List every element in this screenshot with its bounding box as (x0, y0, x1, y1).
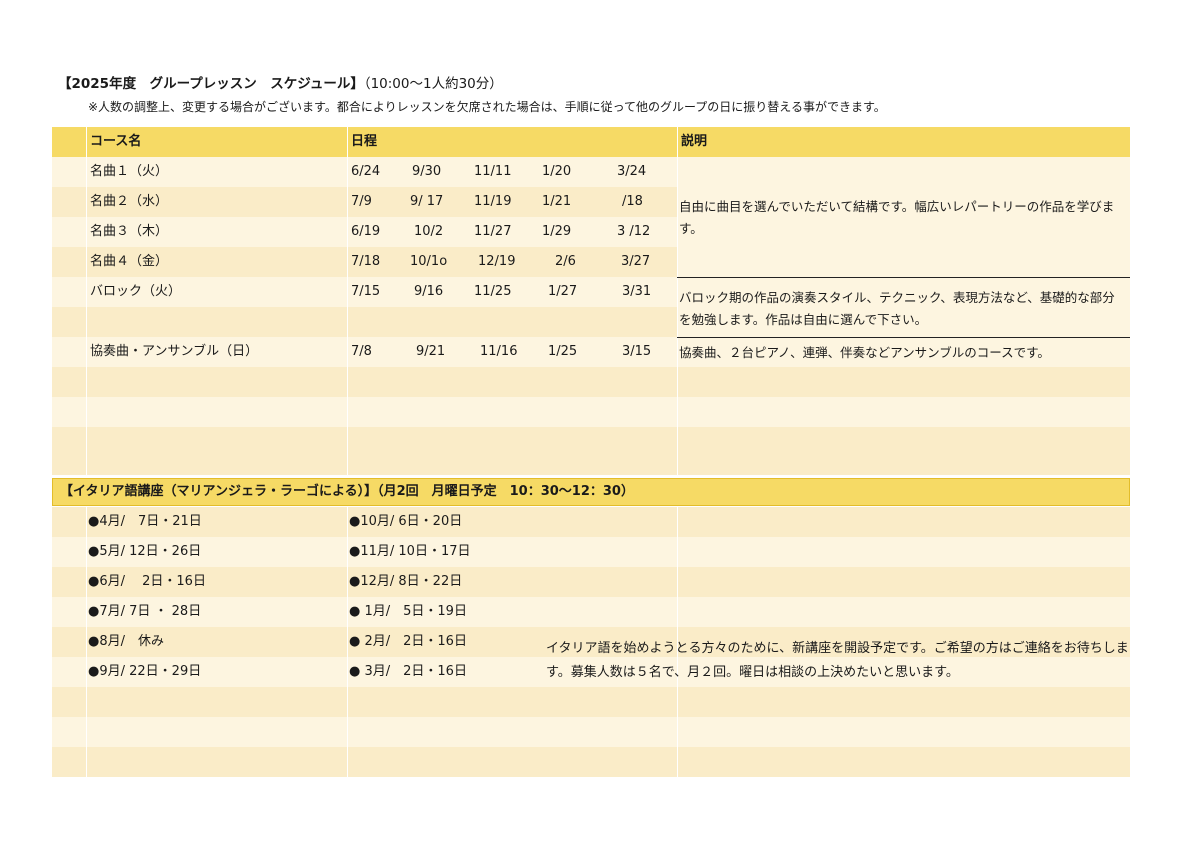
schedule-date: 10/1o (410, 254, 448, 269)
column-divider (677, 127, 678, 478)
schedule-date: 7/9 (351, 194, 372, 209)
schedule-date: 1/25 (548, 344, 578, 359)
italian-month: ●8月/ 休み (88, 634, 164, 649)
table-row (52, 537, 1130, 567)
table-row (52, 597, 1130, 627)
schedule-date: 9/16 (414, 284, 444, 299)
schedule-date: 3/27 (621, 254, 651, 269)
column-divider (347, 507, 348, 777)
course-name: 名曲３（木） (90, 224, 169, 239)
schedule-date: 1/21 (542, 194, 572, 209)
schedule-date: 9/ 17 (410, 194, 444, 209)
schedule-date: 3/15 (622, 344, 652, 359)
header-description: 説明 (681, 134, 708, 149)
schedule-date: 3 /12 (617, 224, 651, 239)
column-divider (86, 127, 87, 478)
course-name: 協奏曲・アンサンブル（日） (90, 344, 259, 359)
table-row (52, 567, 1130, 597)
schedule-date: 11/11 (474, 164, 512, 179)
table-row (52, 507, 1130, 537)
page-title: 【2025年度 グループレッスン スケジュール】（10:00〜1人約30分） (58, 76, 503, 92)
schedule-date: 11/25 (474, 284, 512, 299)
description-baroque: バロック期の作品の演奏スタイル、テクニック、表現方法など、基礎的な部分を勉強しま… (679, 290, 1115, 327)
course-name: バロック（火） (90, 284, 182, 299)
italian-month: ●7月/ 7日 ・ 28日 (88, 604, 202, 619)
italian-month: ●10月/ 6日・20日 (349, 514, 463, 529)
schedule-note: ※人数の調整上、変更する場合がございます。都合によりレッスンを欠席された場合は、… (88, 100, 886, 114)
description-meikyoku: 自由に曲目を選んでいただいて結構です。幅広いレパートリーの作品を学びます。 (679, 199, 1115, 236)
italian-month: ●5月/ 12日・26日 (88, 544, 202, 559)
schedule-date: /18 (622, 194, 643, 209)
italian-month: ● 3月/ 2日・16日 (349, 664, 467, 679)
column-divider (86, 507, 87, 777)
table-row (52, 367, 1130, 397)
schedule-date: 12/19 (478, 254, 516, 269)
schedule-date: 9/21 (416, 344, 446, 359)
header-course: コース名 (90, 134, 142, 149)
table-row (52, 427, 1130, 475)
column-divider (347, 127, 348, 478)
table-row (52, 747, 1130, 777)
schedule-date: 1/29 (542, 224, 572, 239)
divider-line (677, 337, 1130, 338)
course-name: 名曲１（火） (90, 164, 169, 179)
schedule-date: 7/15 (351, 284, 381, 299)
schedule-date: 7/18 (351, 254, 381, 269)
italian-month: ●12月/ 8日・22日 (349, 574, 463, 589)
italian-title: 【イタリア語講座（マリアンジェラ・ラーゴによる）】（月2回 月曜日予定 10：3… (60, 484, 634, 499)
schedule-date: 3/24 (617, 164, 647, 179)
table-row (52, 717, 1130, 747)
italian-month: ●9月/ 22日・29日 (88, 664, 202, 679)
course-name: 名曲４（金） (90, 254, 169, 269)
italian-month: ●11月/ 10日・17日 (349, 544, 471, 559)
description-cell (677, 157, 1130, 367)
schedule-date: 9/30 (412, 164, 442, 179)
schedule-date: 3/31 (622, 284, 652, 299)
schedule-date: 11/16 (480, 344, 518, 359)
schedule-date: 11/27 (474, 224, 512, 239)
schedule-date: 1/27 (548, 284, 578, 299)
schedule-date: 6/24 (351, 164, 381, 179)
italian-month: ● 1月/ 5日・19日 (349, 604, 467, 619)
table-row (52, 397, 1130, 427)
schedule-date: 11/19 (474, 194, 512, 209)
schedule-date: 2/6 (555, 254, 576, 269)
italian-month: ● 2月/ 2日・16日 (349, 634, 467, 649)
course-name: 名曲２（水） (90, 194, 169, 209)
italian-month: ●4月/ 7日・21日 (88, 514, 202, 529)
italian-description: イタリア語を始めようとる方々のために、新講座を開設予定です。ご希望の方はご連絡を… (546, 641, 1129, 680)
italian-month: ●6月/ 2日・16日 (88, 574, 206, 589)
header-schedule: 日程 (351, 134, 378, 149)
description-concerto: 協奏曲、２台ピアノ、連弾、伴奏などアンサンブルのコースです。 (679, 345, 1050, 360)
schedule-date: 10/2 (414, 224, 444, 239)
schedule-date: 1/20 (542, 164, 572, 179)
table-row (52, 127, 1130, 157)
schedule-date: 7/8 (351, 344, 372, 359)
divider-line (677, 277, 1130, 278)
table-row (52, 687, 1130, 717)
schedule-date: 6/19 (351, 224, 381, 239)
